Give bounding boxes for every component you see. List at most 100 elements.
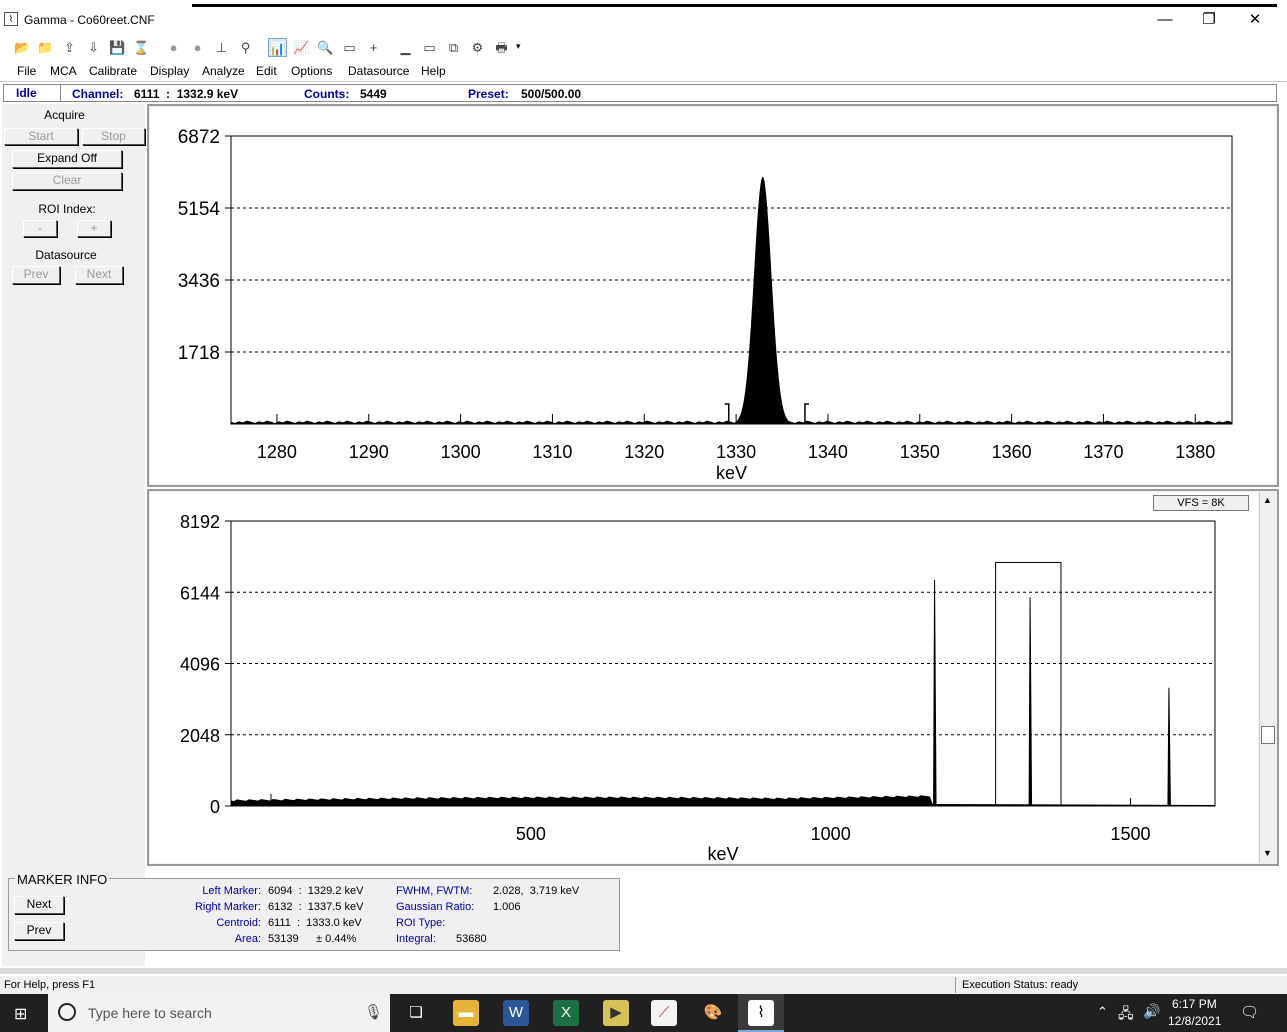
vertical-scrollbar[interactable]: ▲ ▼ <box>1259 492 1276 863</box>
folder-icon[interactable]: 📁 <box>36 38 55 57</box>
menu-options[interactable]: Options <box>291 64 332 78</box>
baseline-icon[interactable]: ⊥ <box>212 38 231 57</box>
stop-button[interactable]: Stop <box>82 128 145 145</box>
vfs-indicator: VFS = 8K <box>1153 495 1249 511</box>
left-marker-value: 6094 : 1329.2 keV <box>268 885 364 897</box>
roi-prev-button[interactable]: - <box>23 220 57 237</box>
x-tick-label: 1000 <box>811 824 851 844</box>
microphone-icon[interactable]: 🎙 <box>364 1003 383 1021</box>
menu-analyze[interactable]: Analyze <box>202 64 245 78</box>
continuum <box>231 795 1215 806</box>
labview-icon[interactable]: ▶ <box>603 1000 629 1026</box>
y-tick-label: 8192 <box>180 512 220 532</box>
window-minimize-icon[interactable]: ▁ <box>396 38 415 57</box>
title-bar-line <box>192 4 1277 7</box>
add-icon[interactable]: + <box>364 38 383 57</box>
left-marker-label: Left Marker: <box>202 885 261 897</box>
scroll-down-icon[interactable]: ▼ <box>1263 848 1272 858</box>
marker-next-button[interactable]: Next <box>14 896 64 914</box>
menu-file[interactable]: File <box>17 64 36 78</box>
counts-value: 5449 <box>360 87 387 101</box>
clock-date[interactable]: 12/8/2021 <box>1168 1014 1221 1028</box>
region-icon[interactable]: ▭ <box>340 38 359 57</box>
search-placeholder: Type here to search <box>88 1005 212 1021</box>
start-button[interactable]: Start <box>4 128 78 145</box>
log-scale-icon[interactable]: 📈 <box>292 38 311 57</box>
integral-label: Integral: <box>396 933 436 945</box>
start-acquire-icon[interactable]: ● <box>164 38 183 57</box>
clear-button[interactable]: Clear <box>12 172 122 190</box>
menu-help[interactable]: Help <box>421 64 446 78</box>
acquisition-status-strip: Idle Channel: 6111 : 1332.9 keV Counts: … <box>3 84 1277 102</box>
task-view-icon[interactable]: ❏ <box>403 1000 429 1026</box>
menu-datasource[interactable]: Datasource <box>348 64 409 78</box>
y-tick-label: 1718 <box>178 343 220 364</box>
windows-start-icon[interactable]: ⊞ <box>14 1004 27 1024</box>
search-icon <box>58 1003 76 1021</box>
menu-edit[interactable]: Edit <box>256 64 277 78</box>
x-tick-label: 1370 <box>1083 442 1123 462</box>
scroll-up-icon[interactable]: ▲ <box>1263 495 1272 505</box>
expand-off-button[interactable]: Expand Off <box>12 150 122 168</box>
marker-prev-button[interactable]: Prev <box>14 922 64 940</box>
paint-icon[interactable]: 🎨 <box>700 1000 726 1026</box>
peak-search-icon[interactable]: ⚲ <box>236 38 255 57</box>
network-icon[interactable]: 🖧 <box>1118 1003 1134 1027</box>
x-tick-label: 1300 <box>441 442 481 462</box>
print-icon[interactable]: 🖶 <box>492 38 511 57</box>
expanded-spectrum-plot[interactable]: 6872 5154 3436 1718 1280 1290 1300 1310 1320 1330… <box>150 107 1276 484</box>
hourglass-icon[interactable]: ⌛ <box>132 38 151 57</box>
stop-acquire-icon[interactable]: ● <box>188 38 207 57</box>
y-tick-label: 2048 <box>180 726 220 746</box>
right-marker-value: 6132 : 1337.5 keV <box>268 901 364 913</box>
save-icon[interactable]: 💾 <box>108 38 127 57</box>
volume-icon[interactable]: 🔊 <box>1143 1003 1160 1020</box>
upload-icon[interactable]: ⇪ <box>60 38 79 57</box>
area-label: Area: <box>234 933 261 945</box>
notification-icon[interactable]: 🗨 <box>1240 1003 1259 1021</box>
menu-bar: File MCA Calibrate Display Analyze Edit … <box>0 60 1287 82</box>
marker-info-panel: MARKER INFO Next Prev Left Marker: 6094 … <box>8 872 620 951</box>
help-hint: For Help, press F1 <box>4 979 96 991</box>
menu-mca[interactable]: MCA <box>50 64 77 78</box>
download-icon[interactable]: ⇩ <box>84 38 103 57</box>
datasource-next-button[interactable]: Next <box>75 266 123 284</box>
zoom-icon[interactable]: 🔍 <box>316 38 335 57</box>
y-tick-label: 0 <box>210 797 220 817</box>
word-icon[interactable]: W <box>503 1000 529 1026</box>
fwhm-value: 2.028, 3.719 keV <box>493 885 580 897</box>
scrollbar-thumb[interactable] <box>1261 726 1275 744</box>
close-button[interactable]: ✕ <box>1232 8 1278 32</box>
full-spectrum-plot[interactable]: 8192 6144 4096 2048 0 500 1000 1500 keV <box>150 492 1258 864</box>
menu-calibrate[interactable]: Calibrate <box>89 64 137 78</box>
roi-type-label: ROI Type: <box>396 917 446 929</box>
counts-label: Counts: <box>304 87 350 101</box>
app-icon: ⌇ <box>4 12 18 26</box>
x-tick-label: 1340 <box>808 442 848 462</box>
linear-scale-icon[interactable]: 📊 <box>268 38 287 57</box>
excel-icon[interactable]: X <box>553 1000 579 1026</box>
spectrum-peak <box>1028 597 1033 807</box>
title-bar: ⌇ Gamma - Co60reet.CNF — ❐ ✕ <box>0 0 1287 38</box>
clock-time[interactable]: 6:17 PM <box>1172 997 1217 1011</box>
open-icon[interactable]: 📂 <box>13 38 32 57</box>
minimize-button[interactable]: — <box>1142 8 1188 32</box>
cascade-icon[interactable]: ⧉ <box>444 38 463 57</box>
file-explorer-icon[interactable]: ▬ <box>453 1000 479 1026</box>
y-tick-label: 5154 <box>178 199 221 220</box>
menu-display[interactable]: Display <box>150 64 189 78</box>
chevron-up-icon[interactable]: ⌃ <box>1097 1004 1108 1020</box>
taskbar-search[interactable]: Type here to search 🎙 <box>48 994 390 1032</box>
window-restore-icon[interactable]: ▭ <box>420 38 439 57</box>
graph-app-icon[interactable]: ⟋ <box>651 1000 677 1026</box>
x-tick-label: 1330 <box>716 442 756 462</box>
datasource-prev-button[interactable]: Prev <box>12 266 60 284</box>
gamma-app-icon: ⌇ <box>748 1000 774 1026</box>
acquisition-state: Idle <box>16 86 37 100</box>
settings-icon[interactable]: ⚙ <box>468 38 487 57</box>
chevron-down-icon[interactable]: ▾ <box>516 41 521 52</box>
preset-label: Preset: <box>468 87 509 101</box>
roi-next-button[interactable]: + <box>77 220 111 237</box>
maximize-button[interactable]: ❐ <box>1186 8 1232 32</box>
gamma-app-taskbar-button[interactable]: ⌇ <box>738 994 784 1032</box>
